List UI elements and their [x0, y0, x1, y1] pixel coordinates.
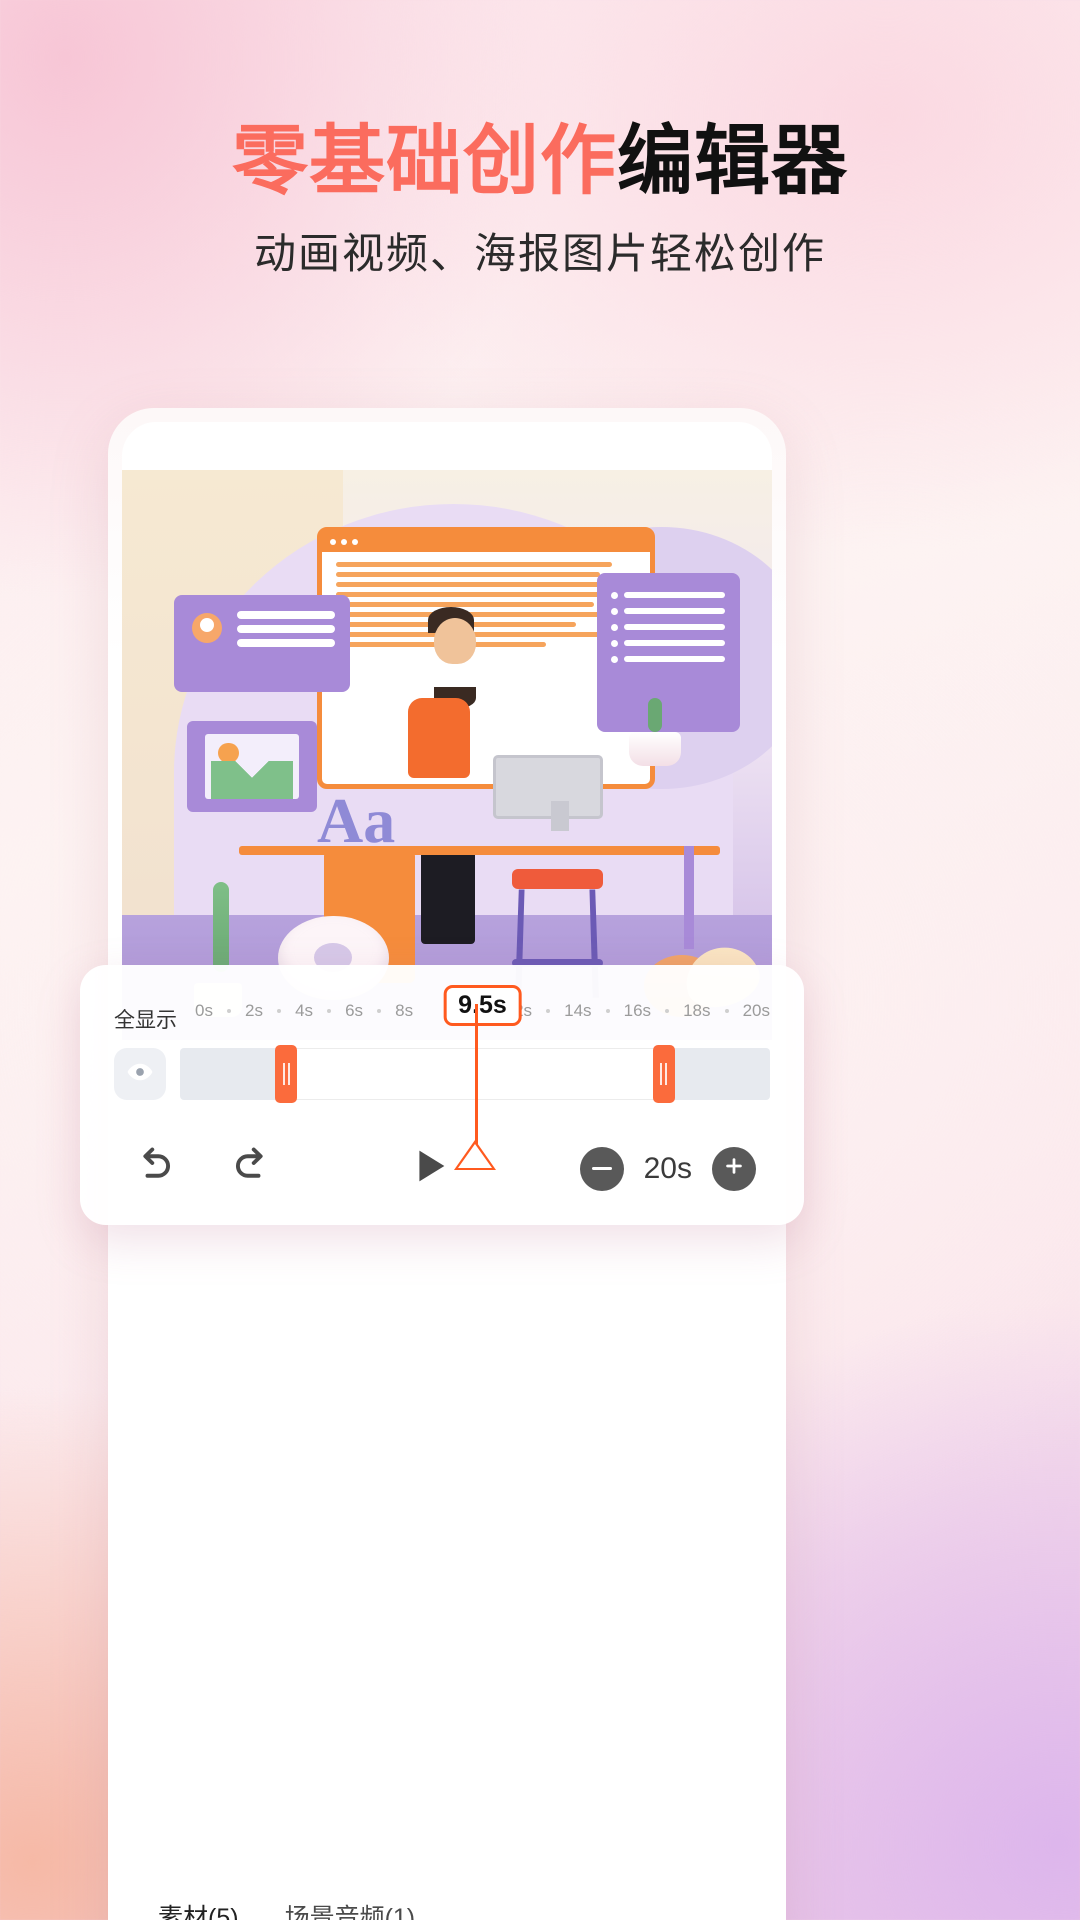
tick-4s: 4s [295, 1001, 314, 1020]
play-icon [406, 1143, 452, 1194]
tick-dot [227, 1009, 231, 1013]
timeline-ruler-row: 全显示 0s 2s 4s 6s 8s 10s 12s 14s 16s [114, 985, 770, 1034]
tick-6s: 6s [345, 1001, 364, 1020]
person-head [434, 618, 476, 665]
tick-18s: 18s [683, 1001, 711, 1020]
tick-dot [546, 1009, 551, 1013]
duration-value: 20s [643, 1151, 692, 1185]
playhead-line[interactable] [475, 1004, 478, 1144]
picture-frame-graphic [187, 720, 317, 812]
tick-14s: 14s [564, 1001, 592, 1020]
headline-accent-text: 零基础创作 [232, 119, 617, 204]
tick-dot [327, 1009, 332, 1013]
timeline-track-row [114, 1004, 770, 1170]
list-card-rows [610, 591, 726, 663]
small-plant [647, 698, 662, 732]
tick-dot [277, 1009, 282, 1013]
tick-dot [377, 1009, 382, 1013]
trim-handle-left[interactable] [275, 1045, 298, 1103]
tab-scene-audio[interactable]: 场景音频(1) [285, 1898, 416, 1920]
list-card-graphic [596, 572, 740, 733]
tab-scene-audio-label: 场景音频(1) [284, 1904, 416, 1920]
browser-titlebar [322, 532, 650, 552]
tick-8s: 8s [395, 1001, 414, 1020]
display-mode-label[interactable]: 全显示 [114, 1001, 177, 1034]
eye-icon [126, 1058, 154, 1091]
undo-button[interactable] [128, 1140, 180, 1197]
person-legs [421, 846, 475, 945]
tick-dot [724, 1009, 729, 1013]
redo-button[interactable] [226, 1140, 278, 1197]
person-body [408, 698, 470, 778]
tick-2s: 2s [245, 1001, 263, 1020]
playhead-marker[interactable] [454, 1140, 496, 1170]
editor-canvas-preview[interactable]: Aa [122, 470, 772, 1040]
visibility-toggle-button[interactable] [114, 1048, 166, 1100]
avatar [191, 612, 222, 643]
zoom-in-button[interactable] [712, 1146, 756, 1191]
current-time-badge[interactable]: 9.5s [443, 985, 522, 1026]
plus-icon [723, 1155, 745, 1182]
minus-icon [591, 1167, 612, 1170]
zoom-out-button[interactable] [579, 1146, 624, 1191]
tab-materials-label: 素材(5) [158, 1904, 239, 1920]
computer-graphic [492, 755, 603, 819]
tick-dot [605, 1009, 610, 1013]
duration-stepper: 20s [579, 1146, 756, 1191]
promo-header: 零基础创作编辑器 动画视频、海报图片轻松创作 [0, 122, 1080, 281]
tick-16s: 16s [623, 1001, 652, 1020]
timeline-panel: 全显示 0s 2s 4s 6s 8s 10s 12s 14s 16s [80, 965, 804, 1225]
page-title: 零基础创作编辑器 [0, 122, 1080, 202]
tick-20s: 20s [742, 1001, 770, 1020]
profile-card-graphic [174, 595, 350, 693]
redo-icon [226, 1140, 278, 1197]
desk-leg [684, 846, 694, 949]
playback-controls: 20s [114, 1140, 770, 1197]
computer-stand [551, 800, 569, 831]
small-plant-pot [629, 732, 681, 767]
play-button[interactable] [406, 1143, 452, 1194]
illustration-artwork: Aa [122, 470, 772, 1040]
headline-dark-text: 编辑器 [617, 119, 848, 204]
profile-card-lines [237, 610, 336, 647]
trim-handle-right[interactable] [652, 1045, 675, 1103]
material-tabs: 素材(5) 场景音频(1) [158, 1898, 415, 1920]
page-subtitle: 动画视频、海报图片轻松创作 [253, 229, 826, 277]
desk-top [239, 846, 720, 856]
tick-0s: 0s [195, 1001, 213, 1020]
timeline-track[interactable] [180, 1004, 770, 1170]
cactus-plant [213, 881, 229, 972]
time-ruler[interactable]: 0s 2s 4s 6s 8s 10s 12s 14s 16s 18s [195, 985, 770, 1029]
tick-dot [665, 1009, 670, 1013]
tab-materials[interactable]: 素材(5) [158, 1898, 239, 1920]
undo-icon [128, 1140, 180, 1197]
